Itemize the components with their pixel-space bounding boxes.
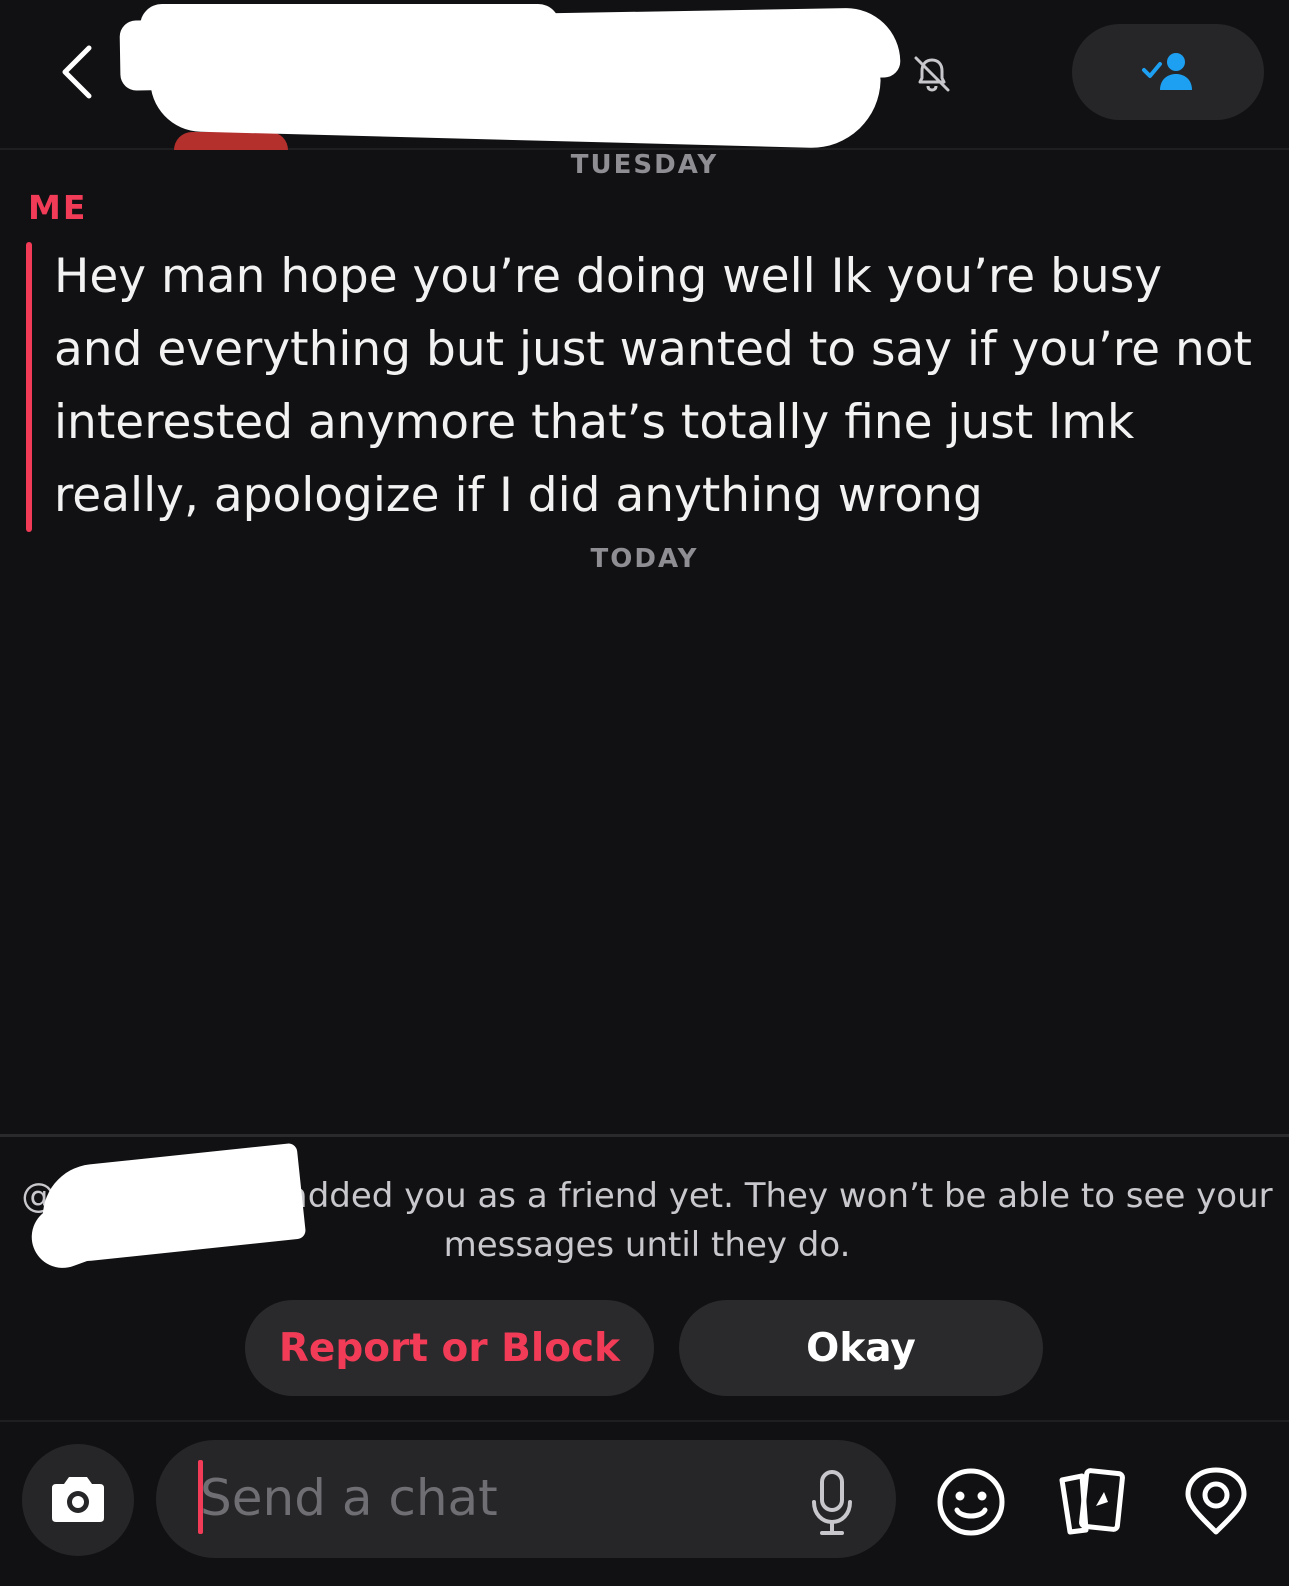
okay-button[interactable]: Okay xyxy=(679,1300,1043,1396)
message-text[interactable]: Hey man hope you’re doing well Ik you’re… xyxy=(54,240,1264,532)
divider xyxy=(0,1420,1289,1422)
friend-status-button[interactable] xyxy=(1072,24,1264,120)
microphone-icon[interactable] xyxy=(810,1470,854,1536)
chat-header xyxy=(0,0,1289,150)
location-icon[interactable] xyxy=(1180,1466,1252,1538)
camera-icon xyxy=(52,1477,104,1522)
avatar[interactable] xyxy=(174,132,288,150)
bell-off-icon xyxy=(914,56,950,92)
report-or-block-button[interactable]: Report or Block xyxy=(245,1300,654,1396)
chat-screen: TUESDAY ME Hey man hope you’re doing wel… xyxy=(0,0,1289,1586)
emoji-icon[interactable] xyxy=(935,1466,1007,1538)
message-sender-label: ME xyxy=(28,188,88,227)
camera-button[interactable] xyxy=(22,1444,134,1556)
cards-icon[interactable] xyxy=(1056,1466,1128,1538)
day-label-today: TODAY xyxy=(590,544,699,574)
day-label-tuesday: TUESDAY xyxy=(570,150,719,180)
back-button[interactable] xyxy=(52,40,102,104)
chat-input[interactable] xyxy=(200,1456,780,1540)
message-accent-bar xyxy=(26,242,32,532)
friend-added-icon xyxy=(1142,53,1192,90)
divider xyxy=(0,1134,1289,1137)
chevron-left-icon xyxy=(62,45,92,99)
